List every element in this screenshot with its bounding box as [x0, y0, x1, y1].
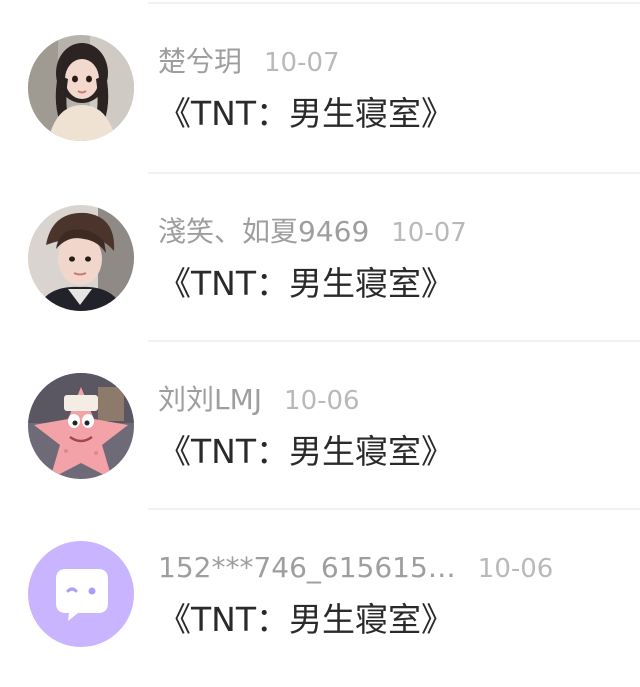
timestamp: 10-06: [477, 554, 554, 584]
avatar[interactable]: [28, 205, 134, 311]
comment-row[interactable]: 淺笑、如夏9469 10-07 《TNT：男生寝室》: [0, 172, 640, 340]
girl-photo-avatar: [28, 35, 134, 141]
comment-row[interactable]: 刘刘LMJ 10-06 《TNT：男生寝室》: [0, 340, 640, 508]
comment-content: 《TNT：男生寝室》: [158, 94, 455, 133]
comment-meta: 152***746_615615… 10-06: [158, 548, 553, 588]
comment-meta: 刘刘LMJ 10-06: [158, 380, 360, 420]
username[interactable]: 淺笑、如夏9469: [158, 215, 369, 248]
avatar[interactable]: [28, 373, 134, 479]
divider: [148, 340, 640, 342]
comment-meta: 楚兮玥 10-07: [158, 42, 340, 82]
divider: [148, 508, 640, 510]
comment-row[interactable]: 152***746_615615… 10-06 《TNT：男生寝室》: [0, 508, 640, 676]
comment-list: 楚兮玥 10-07 《TNT：男生寝室》 淺笑、如夏9469 10-07 《TNT：…: [0, 0, 640, 687]
username[interactable]: 楚兮玥: [158, 45, 242, 78]
username[interactable]: 152***746_615615…: [158, 551, 456, 584]
divider: [148, 2, 640, 4]
comment-row[interactable]: 楚兮玥 10-07 《TNT：男生寝室》: [0, 2, 640, 170]
comment-meta: 淺笑、如夏9469 10-07: [158, 212, 467, 252]
comment-content: 《TNT：男生寝室》: [158, 600, 455, 639]
avatar[interactable]: [28, 35, 134, 141]
comment-content: 《TNT：男生寝室》: [158, 432, 455, 471]
chat-bubble-icon: [28, 541, 134, 647]
comment-content: 《TNT：男生寝室》: [158, 264, 455, 303]
patrick-star-avatar: [28, 373, 134, 479]
divider: [148, 172, 640, 174]
timestamp: 10-06: [284, 386, 360, 416]
timestamp: 10-07: [264, 48, 340, 78]
boy-photo-avatar: [28, 205, 134, 311]
timestamp: 10-07: [391, 218, 467, 248]
username[interactable]: 刘刘LMJ: [158, 383, 262, 416]
avatar[interactable]: [28, 541, 134, 647]
